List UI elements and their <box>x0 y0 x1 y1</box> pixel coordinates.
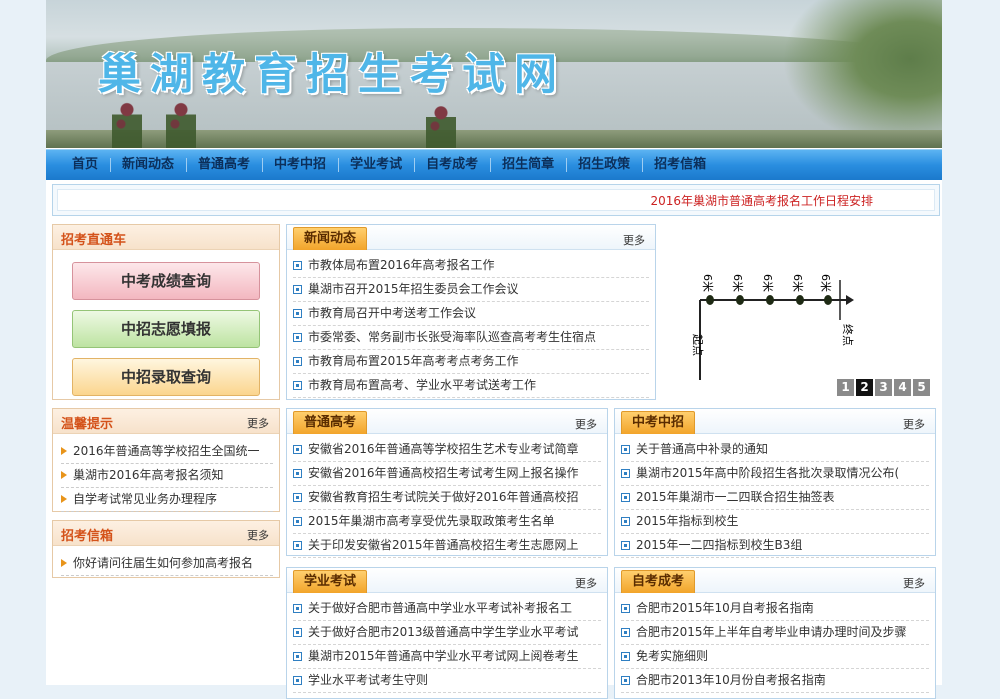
xueye-item[interactable]: 巢湖市2015年普通高中学业水平考试网上阅卷考生 <box>293 645 601 669</box>
xueye-tab[interactable]: 学业考试 <box>293 570 368 593</box>
zhongkao-item[interactable]: 关于普通高中补录的通知 <box>621 438 929 462</box>
gaokao-item[interactable]: 安徽省2016年普通高校招生考试考生网上报名操作 <box>293 462 601 486</box>
image-slideshow[interactable]: 6米 6米 6米 6米 6米 起点 终点 12345 <box>670 250 938 396</box>
tips-title: 温馨提示 <box>61 417 114 432</box>
tips-item[interactable]: 自学考试常见业务办理程序 <box>61 488 273 512</box>
gaokao-item[interactable]: 关于印发安徽省2015年普通高校招生考生志愿网上 <box>293 534 601 558</box>
nav-item[interactable]: 学业考试 <box>338 150 414 180</box>
zhongzhao-admission-query-button[interactable]: 中招录取查询 <box>72 358 260 396</box>
site-title: 巢湖教育招生考试网 <box>98 50 566 100</box>
news-tab[interactable]: 新闻动态 <box>293 227 368 250</box>
mailbox-title: 招考信箱 <box>61 529 114 544</box>
mailbox-more-link[interactable]: 更多 <box>247 527 269 543</box>
slide-dot <box>824 295 832 305</box>
zhongzhao-volunteer-button[interactable]: 中招志愿填报 <box>72 310 260 348</box>
slide-pager: 12345 <box>837 379 930 396</box>
end-label: 终点 <box>841 324 855 346</box>
slide-page-button[interactable]: 2 <box>856 379 873 396</box>
slide-page-button[interactable]: 3 <box>875 379 892 396</box>
gaokao-item[interactable]: 安徽省教育招生考试院关于做好2016年普通高校招 <box>293 486 601 510</box>
zhongkao-more-link[interactable]: 更多 <box>903 416 925 432</box>
start-label: 起点 <box>691 334 704 356</box>
zhongkao-item[interactable]: 2015年指标到校生 <box>621 510 929 534</box>
nav-item[interactable]: 招生政策 <box>566 150 642 180</box>
nav-item[interactable]: 招生简章 <box>490 150 566 180</box>
news-item[interactable]: 市教育局召开中考送考工作会议 <box>293 302 649 326</box>
zikao-item[interactable]: 合肥市2013年10月份自考报名指南 <box>621 669 929 693</box>
distance-label: 6米 <box>701 274 714 292</box>
zhongkao-item[interactable]: 巢湖市2015年高中阶段招生各批次录取情况公布( <box>621 462 929 486</box>
tips-more-link[interactable]: 更多 <box>247 415 269 431</box>
zhongkao-panel: 中考中招 更多 关于普通高中补录的通知 巢湖市2015年高中阶段招生各批次录取情况… <box>614 408 936 558</box>
news-item[interactable]: 市委常委、常务副市长张受海率队巡查高考考生住宿点 <box>293 326 649 350</box>
slide-dot <box>736 295 744 305</box>
distance-label: 6米 <box>791 274 804 292</box>
news-item[interactable]: 市教体局布置2016年高考报名工作 <box>293 254 649 278</box>
xueye-item[interactable]: 学业水平考试考生守则 <box>293 669 601 693</box>
nav-item[interactable]: 普通高考 <box>186 150 262 180</box>
scroll-ticker: 2016年巢湖市普通高考报名工作日程安排 <box>52 184 940 216</box>
news-item[interactable]: 巢湖市召开2015年招生委员会工作会议 <box>293 278 649 302</box>
nav-item[interactable]: 自考成考 <box>414 150 490 180</box>
zhongkao-tab[interactable]: 中考中招 <box>621 411 696 434</box>
mailbox-box: 招考信箱 更多 你好请问往届生如何参加高考报名 <box>52 520 280 578</box>
nav-item[interactable]: 首页 <box>60 150 110 180</box>
news-item[interactable]: 市教育局布置2015年高考考点考务工作 <box>293 350 649 374</box>
zikao-tab[interactable]: 自考成考 <box>621 570 696 593</box>
zikao-more-link[interactable]: 更多 <box>903 575 925 591</box>
gaokao-item[interactable]: 安徽省2016年普通高等学校招生艺术专业考试简章 <box>293 438 601 462</box>
distance-label: 6米 <box>731 274 744 292</box>
nav-item[interactable]: 中考中招 <box>262 150 338 180</box>
zikao-item[interactable]: 合肥市2015年上半年自考毕业申请办理时间及步骤 <box>621 621 929 645</box>
gaokao-item[interactable]: 2015年巢湖市高考享受优先录取政策考生名单 <box>293 510 601 534</box>
gaokao-panel: 普通高考 更多 安徽省2016年普通高等学校招生艺术专业考试简章 安徽省2016年… <box>286 408 608 558</box>
zhongkao-score-query-button[interactable]: 中考成绩查询 <box>72 262 260 300</box>
slide-image: 6米 6米 6米 6米 6米 起点 终点 <box>691 274 855 380</box>
zhongkao-item[interactable]: 2015年一二四指标到校生B3组 <box>621 534 929 558</box>
zikao-item[interactable]: 合肥市2015年10月自考报名指南 <box>621 597 929 621</box>
mailbox-item[interactable]: 你好请问往届生如何参加高考报名 <box>61 552 273 576</box>
tips-item[interactable]: 巢湖市2016年高考报名须知 <box>61 464 273 488</box>
distance-label: 6米 <box>819 274 832 292</box>
distance-label: 6米 <box>761 274 774 292</box>
site-banner: 巢湖教育招生考试网 <box>46 0 942 148</box>
slide-dot <box>796 295 804 305</box>
slide-page-button[interactable]: 1 <box>837 379 854 396</box>
zikao-panel: 自考成考 更多 合肥市2015年10月自考报名指南 合肥市2015年上半年自考毕业… <box>614 567 936 699</box>
tips-item[interactable]: 2016年普通高等学校招生全国统一 <box>61 440 273 464</box>
gaokao-more-link[interactable]: 更多 <box>575 416 597 432</box>
nav-item[interactable]: 招考信箱 <box>642 150 718 180</box>
news-more-link[interactable]: 更多 <box>623 232 645 248</box>
zikao-item[interactable]: 免考实施细则 <box>621 645 929 669</box>
zhitongche-title: 招考直通车 <box>61 233 127 248</box>
nav-item[interactable]: 新闻动态 <box>110 150 186 180</box>
xueye-item[interactable]: 关于做好合肥市普通高中学业水平考试补考报名工 <box>293 597 601 621</box>
xueye-item[interactable]: 关于做好合肥市2013级普通高中学生学业水平考试 <box>293 621 601 645</box>
slide-dot <box>766 295 774 305</box>
page-wrapper: 巢湖教育招生考试网 首页 新闻动态 普通高考 中考中招 学业考试 自考成考 招生简章 招生政策… <box>46 0 942 699</box>
news-item[interactable]: 市教育局布置高考、学业水平考试送考工作 <box>293 374 649 398</box>
tips-box: 温馨提示 更多 2016年普通高等学校招生全国统一 巢湖市2016年高考报名须知自… <box>52 408 280 512</box>
ticker-link[interactable]: 2016年巢湖市普通高考报名工作日程安排 <box>650 192 873 209</box>
news-panel: 新闻动态 更多 市教体局布置2016年高考报名工作 巢湖市召开2015年招生委员会… <box>286 224 656 400</box>
xueye-more-link[interactable]: 更多 <box>575 575 597 591</box>
slide-dot <box>706 295 714 305</box>
main-nav: 首页 新闻动态 普通高考 中考中招 学业考试 自考成考 招生简章 招生政策 招考信箱 <box>46 149 942 180</box>
xueye-panel: 学业考试 更多 关于做好合肥市普通高中学业水平考试补考报名工 关于做好合肥市201… <box>286 567 608 699</box>
slide-page-button[interactable]: 4 <box>894 379 911 396</box>
gaokao-tab[interactable]: 普通高考 <box>293 411 368 434</box>
slide-page-button[interactable]: 5 <box>913 379 930 396</box>
zhongkao-item[interactable]: 2015年巢湖市一二四联合招生抽签表 <box>621 486 929 510</box>
zhitongche-box: 招考直通车 中考成绩查询 中招志愿填报 中招录取查询 <box>52 224 280 400</box>
